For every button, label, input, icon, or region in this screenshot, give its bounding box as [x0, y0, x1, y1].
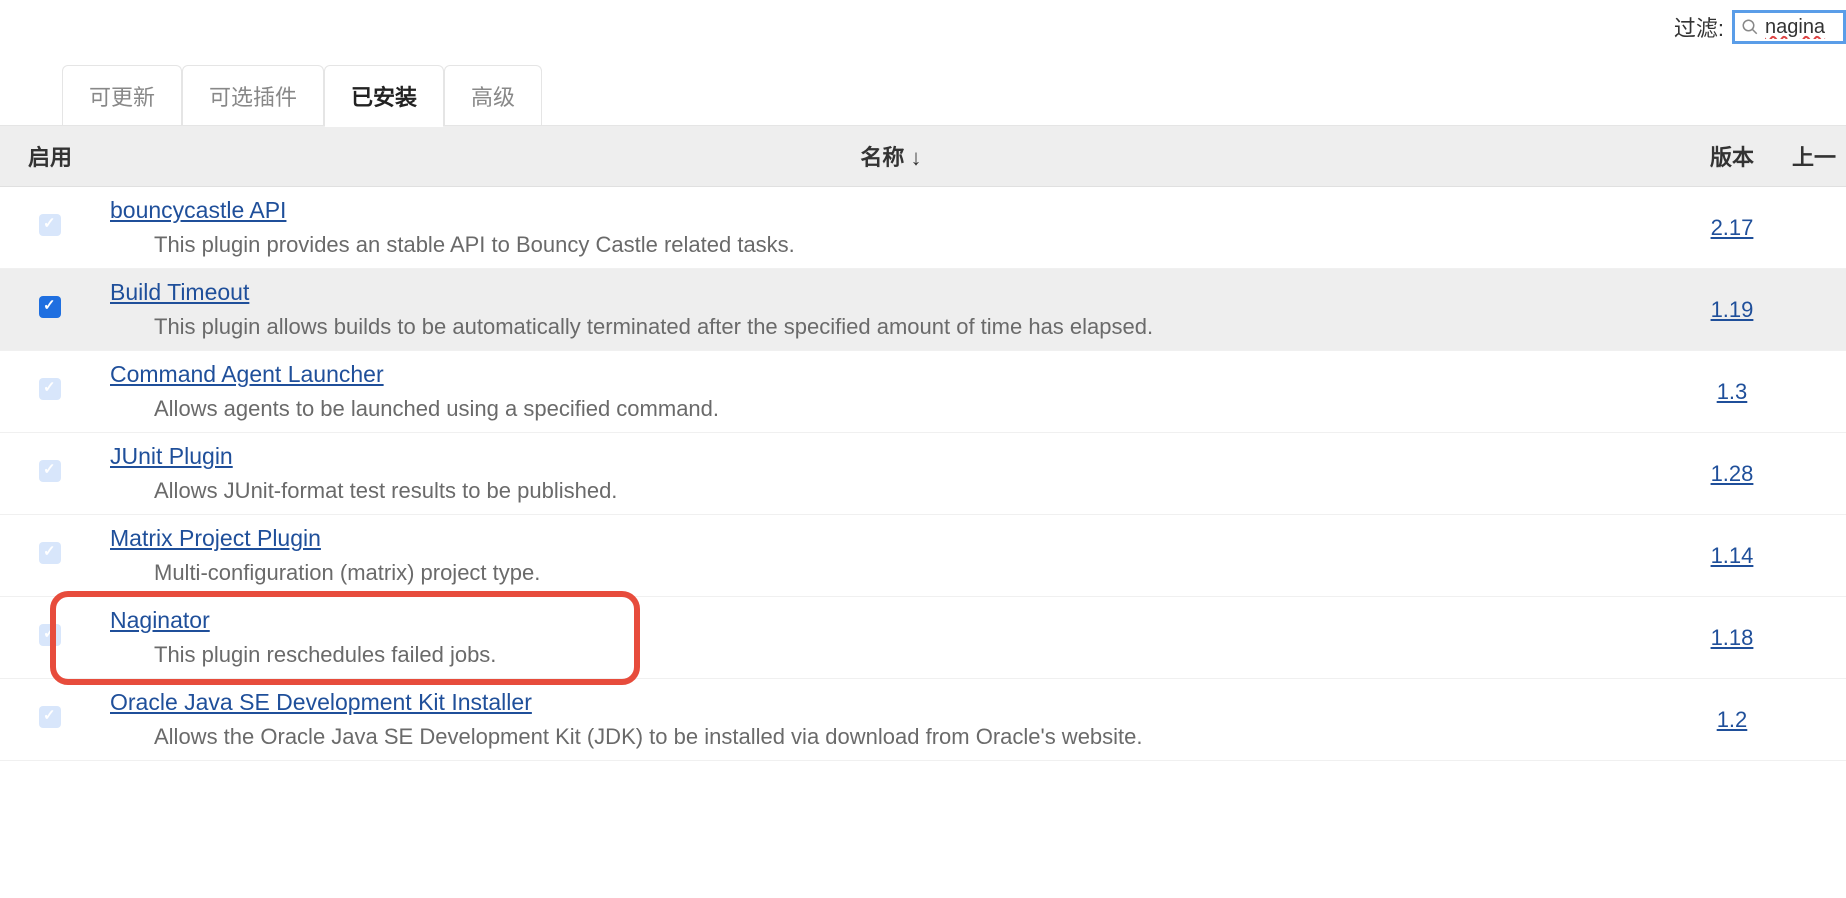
plugin-description: Multi-configuration (matrix) project typ… [154, 560, 1672, 586]
plugin-description: This plugin reschedules failed jobs. [154, 642, 1672, 668]
table-header-row: 启用 名称 ↓ 版本 上一 [0, 126, 1846, 187]
filter-label: 过滤: [1674, 11, 1724, 43]
version-cell: 1.14 [1682, 515, 1782, 597]
version-link[interactable]: 1.14 [1711, 543, 1754, 568]
name-cell: Naginator This plugin reschedules failed … [100, 597, 1682, 679]
version-cell: 2.17 [1682, 187, 1782, 269]
col-enable[interactable]: 启用 [0, 126, 100, 187]
enable-cell [0, 597, 100, 679]
version-link[interactable]: 1.28 [1711, 461, 1754, 486]
enable-cell [0, 433, 100, 515]
table-row: JUnit Plugin Allows JUnit-format test res… [0, 433, 1846, 515]
plugin-name-link[interactable]: Command Agent Launcher [110, 361, 384, 387]
version-cell: 1.2 [1682, 679, 1782, 761]
plugin-name-link[interactable]: Build Timeout [110, 279, 249, 305]
plugin-description: This plugin allows builds to be automati… [154, 314, 1672, 340]
plugin-name-link[interactable]: Oracle Java SE Development Kit Installer [110, 689, 532, 715]
table-row: Matrix Project Plugin Multi-configuration… [0, 515, 1846, 597]
enable-cell [0, 679, 100, 761]
enable-cell [0, 187, 100, 269]
enable-checkbox[interactable] [39, 214, 61, 236]
plugin-name-link[interactable]: JUnit Plugin [110, 443, 233, 469]
version-cell: 1.3 [1682, 351, 1782, 433]
enable-cell [0, 351, 100, 433]
table-row: bouncycastle API This plugin provides an … [0, 187, 1846, 269]
plugin-manager: 过滤: 可更新 可选插件 已安装 高级 启用 名称 ↓ 版本 上一 bou [0, 0, 1846, 761]
plugin-name-link[interactable]: Naginator [110, 607, 210, 633]
enable-cell [0, 269, 100, 351]
version-link[interactable]: 1.2 [1717, 707, 1748, 732]
tab-installed[interactable]: 已安装 [324, 65, 444, 127]
last-cell [1782, 597, 1846, 679]
tab-advanced[interactable]: 高级 [444, 65, 542, 127]
plugin-description: This plugin provides an stable API to Bo… [154, 232, 1672, 258]
version-cell: 1.28 [1682, 433, 1782, 515]
last-cell [1782, 433, 1846, 515]
name-cell: Command Agent Launcher Allows agents to b… [100, 351, 1682, 433]
table-row: Oracle Java SE Development Kit Installer… [0, 679, 1846, 761]
enable-checkbox[interactable] [39, 460, 61, 482]
filter-row: 过滤: [0, 0, 1846, 64]
version-cell: 1.18 [1682, 597, 1782, 679]
enable-checkbox[interactable] [39, 542, 61, 564]
version-link[interactable]: 1.18 [1711, 625, 1754, 650]
last-cell [1782, 351, 1846, 433]
enable-cell [0, 515, 100, 597]
version-link[interactable]: 1.19 [1711, 297, 1754, 322]
tabs: 可更新 可选插件 已安装 高级 [62, 64, 1846, 126]
plugin-description: Allows JUnit-format test results to be p… [154, 478, 1672, 504]
col-version[interactable]: 版本 [1682, 126, 1782, 187]
search-icon [1741, 18, 1759, 36]
col-last[interactable]: 上一 [1782, 126, 1846, 187]
name-cell: bouncycastle API This plugin provides an … [100, 187, 1682, 269]
name-cell: Oracle Java SE Development Kit Installer… [100, 679, 1682, 761]
filter-input-wrap[interactable] [1732, 10, 1846, 44]
name-cell: Matrix Project Plugin Multi-configuration… [100, 515, 1682, 597]
name-cell: Build Timeout This plugin allows builds t… [100, 269, 1682, 351]
plugin-description: Allows agents to be launched using a spe… [154, 396, 1672, 422]
table-row: Naginator This plugin reschedules failed … [0, 597, 1846, 679]
tab-available[interactable]: 可选插件 [182, 65, 324, 127]
last-cell [1782, 187, 1846, 269]
version-link[interactable]: 1.3 [1717, 379, 1748, 404]
filter-input[interactable] [1765, 16, 1837, 39]
tab-updates[interactable]: 可更新 [62, 65, 182, 127]
plugin-name-link[interactable]: Matrix Project Plugin [110, 525, 321, 551]
enable-checkbox[interactable] [39, 624, 61, 646]
enable-checkbox[interactable] [39, 378, 61, 400]
plugin-description: Allows the Oracle Java SE Development Ki… [154, 724, 1672, 750]
version-cell: 1.19 [1682, 269, 1782, 351]
last-cell [1782, 269, 1846, 351]
enable-checkbox[interactable] [39, 296, 61, 318]
plugin-table: 启用 名称 ↓ 版本 上一 bouncycastle API This plugi… [0, 125, 1846, 761]
table-row: Build Timeout This plugin allows builds t… [0, 269, 1846, 351]
plugin-name-link[interactable]: bouncycastle API [110, 197, 286, 223]
last-cell [1782, 679, 1846, 761]
col-name[interactable]: 名称 ↓ [100, 126, 1682, 187]
table-row: Command Agent Launcher Allows agents to b… [0, 351, 1846, 433]
enable-checkbox[interactable] [39, 706, 61, 728]
last-cell [1782, 515, 1846, 597]
name-cell: JUnit Plugin Allows JUnit-format test res… [100, 433, 1682, 515]
version-link[interactable]: 2.17 [1711, 215, 1754, 240]
